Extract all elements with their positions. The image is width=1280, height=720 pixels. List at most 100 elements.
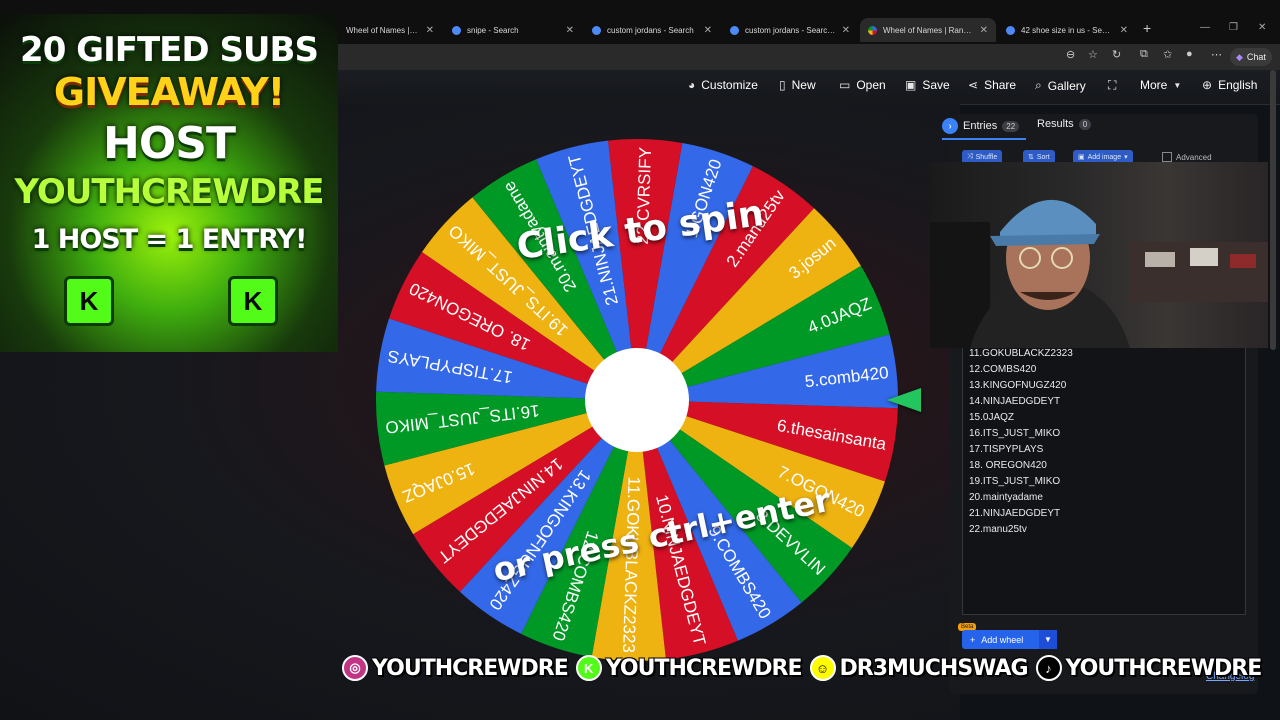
browser-tab[interactable]: Wheel of Names | Random n ✕ xyxy=(338,18,442,42)
tab-entries[interactable]: › Entries 22 xyxy=(942,118,1020,134)
tab-label: snipe - Search xyxy=(467,25,519,35)
add-wheel-label: Add wheel xyxy=(981,634,1024,645)
tab-results-label: Results xyxy=(1037,118,1074,130)
image-icon: ▣ xyxy=(1078,154,1085,161)
tab-label: Wheel of Names | Random n xyxy=(883,25,974,35)
caret-down-icon: ▼ xyxy=(1173,80,1182,90)
new-tab-icon[interactable]: + xyxy=(1143,20,1151,36)
file-icon: ▯ xyxy=(779,78,786,92)
language-button[interactable]: ⊕ English xyxy=(1202,78,1257,92)
kick-logo-icon: K xyxy=(228,276,278,326)
browser-tab[interactable]: snipe - Search ✕ xyxy=(444,18,582,42)
entry-line: 12.COMBS420 xyxy=(969,364,1037,375)
wheel-center[interactable] xyxy=(585,348,689,452)
entry-line: 13.KINGOFNUGZ420 xyxy=(969,380,1067,391)
tiktok-icon: ♪ xyxy=(1035,655,1062,681)
gallery-button[interactable]: ⌕ Gallery xyxy=(1035,78,1086,93)
fullscreen-icon: ⛶ xyxy=(1108,78,1117,92)
favorites-icon[interactable]: ✩ xyxy=(1163,48,1172,61)
social-handle: YOUTHCREWDRE xyxy=(605,655,803,681)
add-wheel-button[interactable]: + Add wheel ▼ xyxy=(962,630,1057,649)
entry-line: 16.ITS_JUST_MIKO xyxy=(969,428,1061,439)
share-icon: ⋖ xyxy=(968,78,979,92)
gallery-label: Gallery xyxy=(1047,78,1086,93)
tab-label: custom jordans - Search xyxy=(607,25,694,35)
chevron-right-icon[interactable]: › xyxy=(942,118,958,134)
caret-down-icon[interactable]: ▼ xyxy=(1039,630,1057,649)
customize-label: Customize xyxy=(701,78,758,92)
new-label: New xyxy=(791,78,816,92)
social-handle: YOUTHCREWDRE xyxy=(372,655,569,681)
advanced-label: Advanced xyxy=(1176,152,1212,162)
share-button[interactable]: ⋖ Share xyxy=(968,78,1016,92)
entry-line: 22.manu25tv xyxy=(969,524,1027,535)
open-label: Open xyxy=(856,78,886,92)
promo-line-2: GIVEAWAY! xyxy=(53,70,285,114)
close-icon[interactable]: ✕ xyxy=(704,25,712,36)
promo-line-4: YOUTHCREWDRE xyxy=(14,172,324,212)
webcam-person-image xyxy=(930,199,1268,348)
share-label: Share xyxy=(984,78,1017,92)
language-label: English xyxy=(1218,78,1258,92)
browser-tab[interactable]: 42 shoe size in us - Search ✕ xyxy=(998,18,1136,42)
more-label: More xyxy=(1140,78,1168,92)
profile-avatar[interactable]: ● xyxy=(1186,48,1193,60)
close-icon[interactable]: ✕ xyxy=(980,25,988,36)
close-icon[interactable]: ✕ xyxy=(426,25,434,36)
browser-tab-active[interactable]: Wheel of Names | Random n ✕ xyxy=(860,18,996,42)
entry-line: 18. OREGON420 xyxy=(969,460,1047,471)
results-count-badge: 0 xyxy=(1078,118,1092,130)
webcam-overlay xyxy=(930,162,1268,348)
copilot-chat-button[interactable]: ◆ Chat xyxy=(1230,48,1272,66)
fullscreen-button[interactable]: ⛶ xyxy=(1108,78,1116,93)
reader-icon[interactable]: ⊖ xyxy=(1066,48,1075,61)
folder-icon: ▭ xyxy=(839,78,851,92)
refresh-icon[interactable]: ↻ xyxy=(1112,48,1121,61)
tab-label: 42 shoe size in us - Search xyxy=(1021,25,1114,35)
promo-line-5: 1 HOST = 1 ENTRY! xyxy=(31,224,308,255)
close-icon[interactable]: ✕ xyxy=(842,25,850,36)
entry-line: 11.GOKUBLACKZ2323 xyxy=(969,348,1073,359)
minimize-icon[interactable]: — xyxy=(1200,22,1210,33)
active-tab-indicator xyxy=(942,138,1026,140)
search-favicon-icon xyxy=(730,25,739,35)
search-icon: ⌕ xyxy=(1035,78,1042,92)
sort-icon: ⇅ xyxy=(1028,154,1034,161)
browser-tab[interactable]: custom jordans - Search ✕ xyxy=(584,18,720,42)
browser-tab[interactable]: custom jordans - Search Ima ✕ xyxy=(722,18,858,42)
more-menu-icon[interactable]: ⋯ xyxy=(1211,48,1222,61)
shuffle-label: Shuffle xyxy=(975,153,998,161)
globe-icon: ⊕ xyxy=(1202,78,1213,92)
advanced-toggle[interactable]: Advanced xyxy=(1162,152,1212,162)
more-button[interactable]: More ▼ xyxy=(1140,78,1181,92)
entry-line: 17.TISPYPLAYS xyxy=(969,444,1044,455)
chat-label: Chat xyxy=(1246,52,1266,62)
entry-line: 15.0JAQZ xyxy=(969,412,1015,423)
add-image-label: Add image xyxy=(1087,153,1122,161)
scrollbar[interactable] xyxy=(1270,70,1276,350)
close-icon[interactable]: ✕ xyxy=(566,25,574,36)
tab-label: custom jordans - Search Ima xyxy=(745,25,836,35)
entry-line: 14.NINJAEDGDEYT xyxy=(969,396,1061,407)
favorite-star-icon[interactable]: ☆ xyxy=(1088,48,1098,61)
new-button[interactable]: ▯ New xyxy=(779,78,816,92)
entries-count-badge: 22 xyxy=(1002,120,1020,132)
customize-button[interactable]: ◕ Customize xyxy=(688,78,758,92)
save-icon: ▣ xyxy=(905,78,917,92)
palette-icon: ◕ xyxy=(688,78,696,92)
open-button[interactable]: ▭ Open xyxy=(839,78,886,92)
tab-entries-label: Entries xyxy=(963,120,998,132)
close-icon[interactable]: ✕ xyxy=(1120,25,1128,36)
promo-line-1: 20 GIFTED SUBS xyxy=(20,30,319,70)
snapchat-icon: ☺ xyxy=(809,655,836,681)
window-close-icon[interactable]: ✕ xyxy=(1258,22,1266,33)
instagram-icon: ◎ xyxy=(342,655,368,681)
promo-line-3: HOST xyxy=(103,118,236,169)
search-favicon-icon xyxy=(1006,25,1015,35)
maximize-icon[interactable]: ❐ xyxy=(1229,22,1238,33)
save-button[interactable]: ▣ Save xyxy=(905,78,950,92)
tab-results[interactable]: Results 0 xyxy=(1037,118,1092,130)
wheel-pointer-icon xyxy=(887,388,921,412)
advanced-checkbox[interactable] xyxy=(1162,152,1172,162)
extensions-icon[interactable]: ⧉ xyxy=(1140,48,1148,61)
